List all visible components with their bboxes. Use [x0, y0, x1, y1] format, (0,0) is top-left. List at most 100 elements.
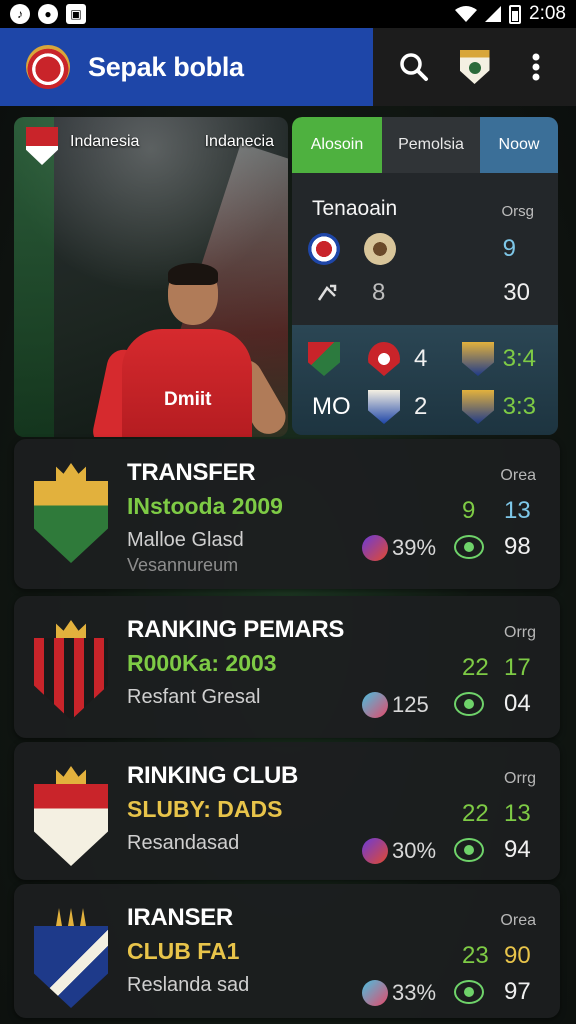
- tab-alosoin[interactable]: Alosoin: [292, 117, 382, 173]
- team-crest-icon: [308, 342, 340, 376]
- card-stat: 9: [462, 497, 476, 524]
- team-crest-icon: [368, 390, 400, 424]
- card-stat: 90: [504, 942, 531, 969]
- view-icon[interactable]: [454, 692, 484, 716]
- crown-icon: [56, 766, 86, 784]
- tab-noow[interactable]: Noow: [480, 117, 558, 173]
- rating-icon: [362, 535, 388, 561]
- card-stat: 22: [462, 800, 489, 827]
- card-percentage: 39%: [362, 535, 436, 561]
- match-panel: Alosoin Pemolsia Noow Tenaoain Orsg 9 8 …: [292, 117, 558, 435]
- card-stat: 22: [462, 654, 489, 681]
- card-subtitle: INstooda 2009: [127, 493, 283, 519]
- card-stat: 13: [504, 800, 531, 827]
- match-row[interactable]: 8 30: [308, 273, 536, 313]
- card-subtitle: CLUB FA1: [127, 938, 240, 964]
- shield-icon: [34, 638, 108, 720]
- signal-icon: [485, 6, 502, 22]
- list-item-transfer[interactable]: TRANSFER INstooda 2009 Malloe Glasd Vesa…: [14, 439, 560, 589]
- card-title: IRANSER: [127, 904, 233, 931]
- card-stat: 04: [504, 690, 531, 717]
- club-badge: [30, 620, 112, 720]
- status-time: 2:08: [529, 3, 566, 24]
- club-crest-icon: [459, 50, 490, 84]
- card-stat: 23: [462, 942, 489, 969]
- rating-icon: [362, 980, 388, 1006]
- status-bar: ♪ ● ▣ 2:08: [0, 0, 576, 28]
- card-detail: Resfant Gresal: [127, 686, 261, 708]
- card-detail: Resandasad: [127, 832, 240, 854]
- view-icon[interactable]: [454, 535, 484, 559]
- card-header-label: Orrg: [504, 770, 536, 787]
- match-results: 4 3:4 MO 2 3:3: [292, 325, 558, 435]
- team-home-icon: [308, 233, 340, 265]
- match-title: Tenaoain: [312, 197, 398, 220]
- tactics-icon: [317, 284, 337, 301]
- view-icon[interactable]: [454, 980, 484, 1004]
- result-row[interactable]: 4 3:4: [308, 339, 536, 379]
- card-title: RINKING CLUB: [127, 762, 299, 789]
- match-row[interactable]: 9: [308, 229, 536, 269]
- rating-icon: [362, 692, 388, 718]
- card-percentage: 125: [362, 692, 429, 718]
- wifi-icon: [455, 6, 478, 22]
- result-time: 3:3: [502, 393, 536, 420]
- result-score: 2: [414, 393, 428, 420]
- card-title: RANKING PEMARS: [127, 616, 345, 643]
- shield-icon: [34, 926, 108, 1008]
- card-header-label: Orea: [500, 912, 536, 929]
- app-bar-brand: Sepak bobla: [0, 28, 373, 106]
- more-menu-button[interactable]: [513, 44, 559, 90]
- result-score: 4: [414, 345, 428, 372]
- result-row[interactable]: MO 2 3:3: [308, 387, 536, 427]
- tab-pemolsia[interactable]: Pemolsia: [382, 117, 480, 173]
- team-crest-icon: [462, 342, 494, 376]
- list-item-ranking-club[interactable]: RINKING CLUB SLUBY: DADS Resandasad Orrg…: [14, 742, 560, 880]
- notification-app-icon: ♪: [10, 4, 30, 24]
- crown-icon: [56, 620, 86, 638]
- club-badge-button[interactable]: [452, 44, 498, 90]
- hero-label-left: Indanesia: [70, 133, 140, 150]
- card-stat: 98: [504, 533, 531, 560]
- match-value: 30: [503, 279, 530, 306]
- more-vert-icon: [532, 53, 539, 81]
- card-detail-secondary: Vesannureum: [127, 555, 239, 575]
- match-score: 9: [502, 235, 516, 262]
- card-header-label: Orea: [500, 467, 536, 484]
- card-stat: 17: [504, 654, 531, 681]
- app-bar: Sepak bobla: [0, 28, 576, 106]
- team-crest-icon: [368, 342, 400, 376]
- match-subtitle: Orsg: [501, 203, 534, 220]
- shield-icon: [34, 481, 108, 563]
- match-tabs: Alosoin Pemolsia Noow: [292, 117, 558, 173]
- card-stat: 97: [504, 978, 531, 1005]
- player-jersey: [122, 329, 252, 437]
- team-crest-icon: [462, 390, 494, 424]
- card-subtitle: SLUBY: DADS: [127, 796, 283, 822]
- crown-icon: [56, 463, 86, 481]
- card-header-label: Orrg: [504, 624, 536, 641]
- list-item-transfer-club[interactable]: IRANSER CLUB FA1 Reslanda sad Orea 23 90…: [14, 884, 560, 1018]
- jersey-sponsor-text: Dmiit: [164, 389, 212, 410]
- club-badge: [30, 908, 112, 1008]
- card-stat: 13: [504, 497, 531, 524]
- card-stat: 94: [504, 836, 531, 863]
- battery-icon: [509, 4, 522, 24]
- card-detail: Malloe Glasd: [127, 529, 244, 551]
- club-badge: [30, 463, 112, 563]
- club-badge: [30, 766, 112, 866]
- card-title: TRANSFER: [127, 459, 256, 486]
- card-percentage: 30%: [362, 838, 436, 864]
- rating-icon: [362, 838, 388, 864]
- result-time: 3:4: [502, 345, 536, 372]
- stars-icon: [56, 908, 86, 926]
- search-button[interactable]: [391, 44, 437, 90]
- hero-label-right: Indanecia: [204, 133, 274, 150]
- notification-gallery-icon: ▣: [66, 4, 86, 24]
- result-label: MO: [312, 393, 351, 420]
- match-value: 8: [372, 279, 386, 306]
- featured-player-card[interactable]: Indanesia Indanecia Dmiit: [14, 117, 288, 437]
- view-icon[interactable]: [454, 838, 484, 862]
- shield-icon: [34, 784, 108, 866]
- list-item-ranking-players[interactable]: RANKING PEMARS R000Ka: 2003 Resfant Gres…: [14, 596, 560, 738]
